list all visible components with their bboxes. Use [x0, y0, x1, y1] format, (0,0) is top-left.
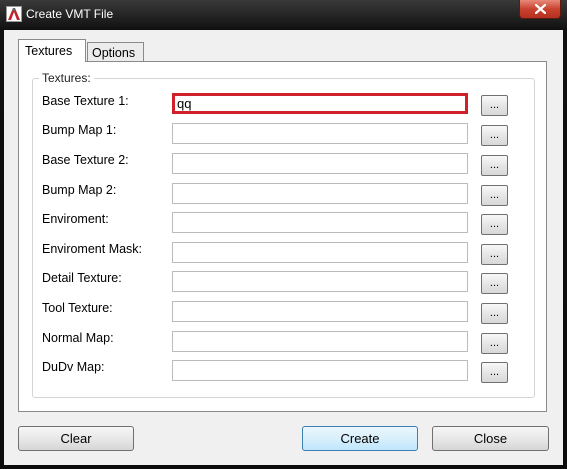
browse-tool-texture-button[interactable]: ...	[481, 303, 508, 324]
normal-map-input[interactable]	[172, 331, 468, 352]
label-dudv-map: DuDv Map:	[42, 360, 105, 374]
browse-bump-map-1-button[interactable]: ...	[481, 125, 508, 146]
label-base-texture-2: Base Texture 2:	[42, 153, 129, 167]
enviroment-input[interactable]	[172, 212, 468, 233]
label-normal-map: Normal Map:	[42, 331, 114, 345]
clear-button[interactable]: Clear	[18, 426, 134, 451]
label-base-texture-1: Base Texture 1:	[42, 94, 129, 108]
label-detail-texture: Detail Texture:	[42, 271, 122, 285]
tab-options[interactable]: Options	[87, 42, 144, 62]
tool-texture-input[interactable]	[172, 301, 468, 322]
browse-base-texture-1-button[interactable]: ...	[481, 95, 508, 116]
dialog-client-area: Textures Options Textures: Base Texture …	[4, 30, 563, 465]
window-title: Create VMT File	[26, 7, 114, 21]
label-tool-texture: Tool Texture:	[42, 301, 113, 315]
tab-textures[interactable]: Textures	[18, 39, 86, 62]
browse-enviroment-button[interactable]: ...	[481, 214, 508, 235]
label-enviroment-mask: Enviroment Mask:	[42, 242, 143, 256]
close-button[interactable]: Close	[432, 426, 549, 451]
label-bump-map-1: Bump Map 1:	[42, 123, 117, 137]
app-icon	[6, 6, 22, 22]
browse-bump-map-2-button[interactable]: ...	[481, 185, 508, 206]
textures-tab-panel: Textures: Base Texture 1: ... Bump Map 1…	[18, 61, 547, 412]
bump-map-1-input[interactable]	[172, 123, 468, 144]
dudv-map-input[interactable]	[172, 360, 468, 381]
group-title: Textures:	[39, 71, 94, 85]
browse-normal-map-button[interactable]: ...	[481, 333, 508, 354]
title-bar[interactable]: Create VMT File	[0, 0, 567, 30]
close-icon	[535, 4, 546, 14]
browse-base-texture-2-button[interactable]: ...	[481, 155, 508, 176]
vmt-dialog-window: Create VMT File Textures Options Texture…	[0, 0, 567, 469]
detail-texture-input[interactable]	[172, 271, 468, 292]
textures-groupbox: Textures: Base Texture 1: ... Bump Map 1…	[32, 71, 535, 398]
browse-enviroment-mask-button[interactable]: ...	[481, 244, 508, 265]
browse-detail-texture-button[interactable]: ...	[481, 273, 508, 294]
base-texture-1-input[interactable]	[172, 93, 468, 114]
close-window-button[interactable]	[519, 0, 561, 19]
enviroment-mask-input[interactable]	[172, 242, 468, 263]
browse-dudv-map-button[interactable]: ...	[481, 362, 508, 383]
label-enviroment: Enviroment:	[42, 212, 109, 226]
bump-map-2-input[interactable]	[172, 183, 468, 204]
create-button[interactable]: Create	[302, 426, 418, 451]
label-bump-map-2: Bump Map 2:	[42, 183, 117, 197]
base-texture-2-input[interactable]	[172, 153, 468, 174]
